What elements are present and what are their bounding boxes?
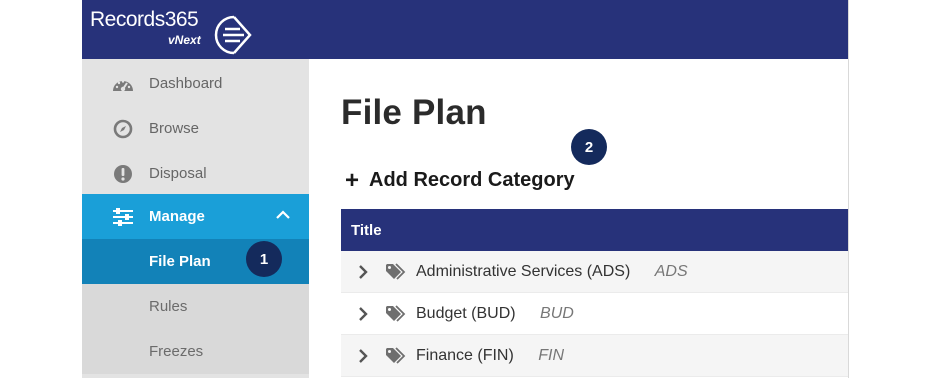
table-body: Administrative Services (ADS) ADS Budget bbox=[341, 251, 848, 377]
chevron-right-icon[interactable] bbox=[357, 265, 369, 279]
sidebar-item-rules[interactable]: Rules bbox=[82, 284, 309, 329]
plus-icon: + bbox=[345, 166, 360, 194]
file-plan-table: Title Administrative Services (ADS) ADS bbox=[341, 209, 848, 377]
sidebar-item-browse[interactable]: Browse bbox=[82, 106, 309, 151]
app-window: Records365 vNext Dashboard Browse Dispos… bbox=[82, 0, 849, 378]
sidebar-item-label: Rules bbox=[149, 298, 188, 315]
brand-name: Records365 bbox=[90, 8, 199, 31]
category-title: Finance (FIN) bbox=[416, 346, 514, 364]
chevron-right-icon[interactable] bbox=[357, 307, 369, 321]
sidebar-item-dashboard[interactable]: Dashboard bbox=[82, 61, 309, 106]
app-header: Records365 vNext bbox=[82, 0, 848, 59]
column-header-title[interactable]: Title bbox=[341, 209, 848, 251]
table-row[interactable]: Finance (FIN) FIN bbox=[341, 335, 848, 377]
sidebar-item-disposal[interactable]: Disposal bbox=[82, 151, 309, 196]
add-record-category-label: Add Record Category bbox=[369, 169, 575, 191]
dashboard-icon bbox=[112, 74, 134, 94]
sidebar-item-manage[interactable]: Manage bbox=[82, 194, 309, 239]
category-title: Administrative Services (ADS) bbox=[416, 262, 631, 280]
sidebar-item-label: Manage bbox=[149, 208, 205, 225]
chevron-right-icon[interactable] bbox=[357, 349, 369, 363]
records365-logo-icon bbox=[214, 15, 252, 55]
brand-subtitle: vNext bbox=[168, 33, 201, 47]
sliders-icon bbox=[112, 207, 134, 227]
compass-icon bbox=[112, 119, 134, 139]
brand[interactable]: Records365 vNext bbox=[90, 8, 252, 55]
sidebar-item-label: File Plan bbox=[149, 253, 211, 270]
category-code: ADS bbox=[654, 262, 688, 280]
sidebar-item-label: Disposal bbox=[149, 165, 207, 182]
chevron-up-icon[interactable] bbox=[275, 209, 291, 221]
exclamation-icon bbox=[112, 164, 134, 184]
add-record-category-button[interactable]: + Add Record Category bbox=[345, 166, 575, 194]
main-content: File Plan + Add Record Category Title Ad… bbox=[309, 59, 848, 378]
category-code: FIN bbox=[538, 346, 565, 364]
sidebar-item-freezes[interactable]: Freezes bbox=[82, 329, 309, 374]
category-title: Budget (BUD) bbox=[416, 304, 516, 322]
tags-icon bbox=[386, 347, 406, 364]
table-row[interactable]: Budget (BUD) BUD bbox=[341, 293, 848, 335]
tags-icon bbox=[386, 305, 406, 322]
sidebar: Dashboard Browse Disposal Manage File Pl… bbox=[82, 59, 309, 378]
table-row[interactable]: Administrative Services (ADS) ADS bbox=[341, 251, 848, 293]
row-title-cell: Finance (FIN) FIN bbox=[416, 347, 564, 365]
category-code: BUD bbox=[540, 304, 574, 322]
callout-badge-1: 1 bbox=[246, 241, 282, 277]
tags-icon bbox=[386, 263, 406, 280]
sidebar-item-label: Dashboard bbox=[149, 75, 223, 92]
page-title: File Plan bbox=[341, 93, 487, 132]
sidebar-item-label: Freezes bbox=[149, 343, 204, 360]
row-title-cell: Budget (BUD) BUD bbox=[416, 305, 574, 323]
callout-badge-2: 2 bbox=[571, 129, 607, 165]
row-title-cell: Administrative Services (ADS) ADS bbox=[416, 263, 688, 281]
sidebar-item-label: Browse bbox=[149, 120, 200, 137]
